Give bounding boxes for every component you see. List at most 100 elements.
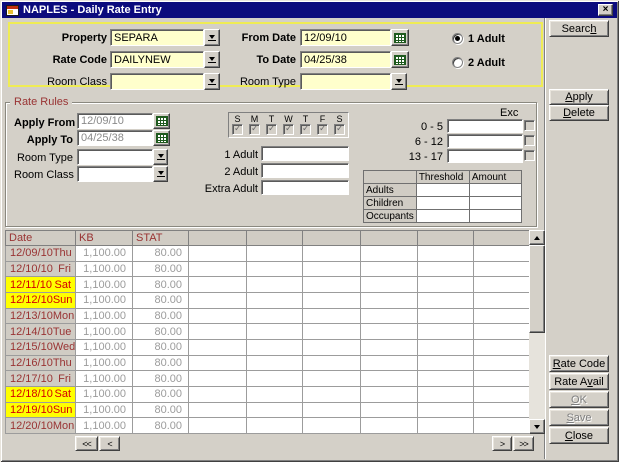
stat-cell[interactable]: 80.00 xyxy=(133,402,189,418)
empty-cell[interactable] xyxy=(361,292,418,308)
rate-code-button[interactable]: Rate Code xyxy=(549,355,609,372)
exc-checkbox-0-5[interactable] xyxy=(524,120,535,131)
empty-cell[interactable] xyxy=(418,402,474,418)
age-13-17-input[interactable] xyxy=(447,149,523,163)
empty-cell[interactable] xyxy=(418,339,474,355)
apply-to-input[interactable] xyxy=(77,130,153,146)
empty-cell[interactable] xyxy=(474,246,530,262)
empty-cell[interactable] xyxy=(474,371,530,387)
extra-adult-rate-input[interactable] xyxy=(261,180,349,195)
empty-cell[interactable] xyxy=(247,277,303,293)
empty-cell[interactable] xyxy=(418,308,474,324)
kb-cell[interactable]: 1,100.00 xyxy=(76,324,133,340)
empty-cell[interactable] xyxy=(303,261,361,277)
property-dropdown-button[interactable] xyxy=(204,29,220,46)
empty-cell[interactable] xyxy=(418,324,474,340)
adult2-rate-input[interactable] xyxy=(261,163,349,178)
empty-cell[interactable] xyxy=(361,277,418,293)
last-page-button[interactable]: >> xyxy=(513,436,534,451)
weekday-checkbox-mon[interactable] xyxy=(249,124,260,135)
kb-cell[interactable]: 1,100.00 xyxy=(76,246,133,262)
empty-cell[interactable] xyxy=(303,418,361,434)
empty-cell[interactable] xyxy=(189,355,247,371)
empty-cell[interactable] xyxy=(247,402,303,418)
empty-cell[interactable] xyxy=(418,246,474,262)
empty-cell[interactable] xyxy=(418,261,474,277)
empty-cell[interactable] xyxy=(361,246,418,262)
empty-cell[interactable] xyxy=(474,402,530,418)
occupants-threshold-cell[interactable] xyxy=(416,210,469,223)
empty-cell[interactable] xyxy=(361,308,418,324)
prev-page-button[interactable]: < xyxy=(99,436,120,451)
rr-room-class-input[interactable] xyxy=(77,166,153,182)
property-input[interactable] xyxy=(110,29,204,46)
rr-room-class-dropdown-button[interactable] xyxy=(153,166,168,182)
children-threshold-cell[interactable] xyxy=(416,197,469,210)
children-amount-cell[interactable] xyxy=(469,197,521,210)
close-button[interactable]: Close xyxy=(549,427,609,444)
empty-cell[interactable] xyxy=(474,324,530,340)
adult1-rate-input[interactable] xyxy=(261,146,349,161)
empty-cell[interactable] xyxy=(303,355,361,371)
empty-cell[interactable] xyxy=(189,339,247,355)
weekday-checkbox-thu[interactable] xyxy=(300,124,311,135)
empty-cell[interactable] xyxy=(361,386,418,402)
empty-cell[interactable] xyxy=(303,371,361,387)
delete-button[interactable]: Delete xyxy=(549,105,609,121)
age-6-12-input[interactable] xyxy=(447,134,523,148)
grid-scrollbar[interactable] xyxy=(529,230,545,434)
empty-cell[interactable] xyxy=(247,355,303,371)
empty-cell[interactable] xyxy=(474,339,530,355)
scroll-up-icon[interactable] xyxy=(529,230,545,245)
empty-cell[interactable] xyxy=(247,324,303,340)
empty-cell[interactable] xyxy=(189,371,247,387)
kb-cell[interactable]: 1,100.00 xyxy=(76,386,133,402)
empty-cell[interactable] xyxy=(303,277,361,293)
exc-checkbox-6-12[interactable] xyxy=(524,135,535,146)
adults-amount-cell[interactable] xyxy=(469,184,521,197)
empty-cell[interactable] xyxy=(303,386,361,402)
stat-cell[interactable]: 80.00 xyxy=(133,292,189,308)
radio-2-adult[interactable] xyxy=(452,57,463,68)
kb-cell[interactable]: 1,100.00 xyxy=(76,261,133,277)
empty-cell[interactable] xyxy=(474,386,530,402)
empty-cell[interactable] xyxy=(247,386,303,402)
weekday-checkbox-sun[interactable] xyxy=(232,124,243,135)
kb-cell[interactable]: 1,100.00 xyxy=(76,418,133,434)
age-0-5-input[interactable] xyxy=(447,119,523,133)
empty-cell[interactable] xyxy=(361,402,418,418)
empty-cell[interactable] xyxy=(361,371,418,387)
empty-cell[interactable] xyxy=(474,261,530,277)
empty-cell[interactable] xyxy=(247,371,303,387)
empty-cell[interactable] xyxy=(361,324,418,340)
occupants-amount-cell[interactable] xyxy=(469,210,521,223)
stat-cell[interactable]: 80.00 xyxy=(133,277,189,293)
empty-cell[interactable] xyxy=(247,339,303,355)
empty-cell[interactable] xyxy=(418,277,474,293)
exc-checkbox-13-17[interactable] xyxy=(524,150,535,161)
kb-cell[interactable]: 1,100.00 xyxy=(76,339,133,355)
empty-cell[interactable] xyxy=(418,292,474,308)
apply-from-input[interactable] xyxy=(77,113,153,129)
empty-cell[interactable] xyxy=(247,418,303,434)
empty-cell[interactable] xyxy=(189,418,247,434)
stat-cell[interactable]: 80.00 xyxy=(133,386,189,402)
stat-cell[interactable]: 80.00 xyxy=(133,261,189,277)
kb-cell[interactable]: 1,100.00 xyxy=(76,371,133,387)
empty-cell[interactable] xyxy=(247,261,303,277)
apply-button[interactable]: Apply xyxy=(549,89,609,105)
first-page-button[interactable]: << xyxy=(75,436,98,451)
empty-cell[interactable] xyxy=(361,339,418,355)
scroll-down-icon[interactable] xyxy=(529,419,545,434)
to-date-calendar-button[interactable] xyxy=(391,51,409,68)
room-class-dropdown-button[interactable] xyxy=(204,73,220,90)
stat-cell[interactable]: 80.00 xyxy=(133,246,189,262)
apply-from-calendar-button[interactable] xyxy=(153,113,170,129)
empty-cell[interactable] xyxy=(247,246,303,262)
empty-cell[interactable] xyxy=(189,324,247,340)
kb-cell[interactable]: 1,100.00 xyxy=(76,402,133,418)
weekday-checkbox-fri[interactable] xyxy=(317,124,328,135)
search-button[interactable]: Search xyxy=(549,20,609,37)
stat-cell[interactable]: 80.00 xyxy=(133,418,189,434)
empty-cell[interactable] xyxy=(361,355,418,371)
